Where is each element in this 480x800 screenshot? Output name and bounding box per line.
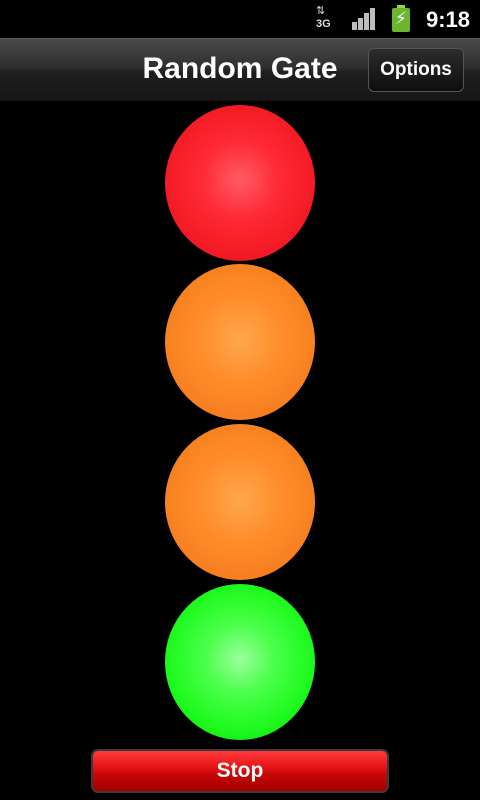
traffic-lights xyxy=(0,101,480,751)
title-bar: Random Gate Options xyxy=(0,38,480,101)
options-button[interactable]: Options xyxy=(368,48,464,92)
orange-light-2 xyxy=(165,424,315,580)
signal-bars-icon xyxy=(352,8,376,30)
green-light xyxy=(165,584,315,740)
page-title: Random Gate xyxy=(142,52,338,85)
orange-light-1 xyxy=(165,264,315,420)
network-type-label: 3G xyxy=(316,18,331,30)
network-arrows-icon: ⇅ xyxy=(316,5,325,17)
red-light xyxy=(165,105,315,261)
battery-charging-icon: ⚡ xyxy=(392,5,410,32)
stop-button[interactable]: Stop xyxy=(91,749,389,793)
status-bar: ⇅ 3G ⚡ 9:18 xyxy=(0,0,480,38)
network-3g-icon: ⇅ 3G xyxy=(316,6,334,32)
status-time: 9:18 xyxy=(426,7,471,32)
